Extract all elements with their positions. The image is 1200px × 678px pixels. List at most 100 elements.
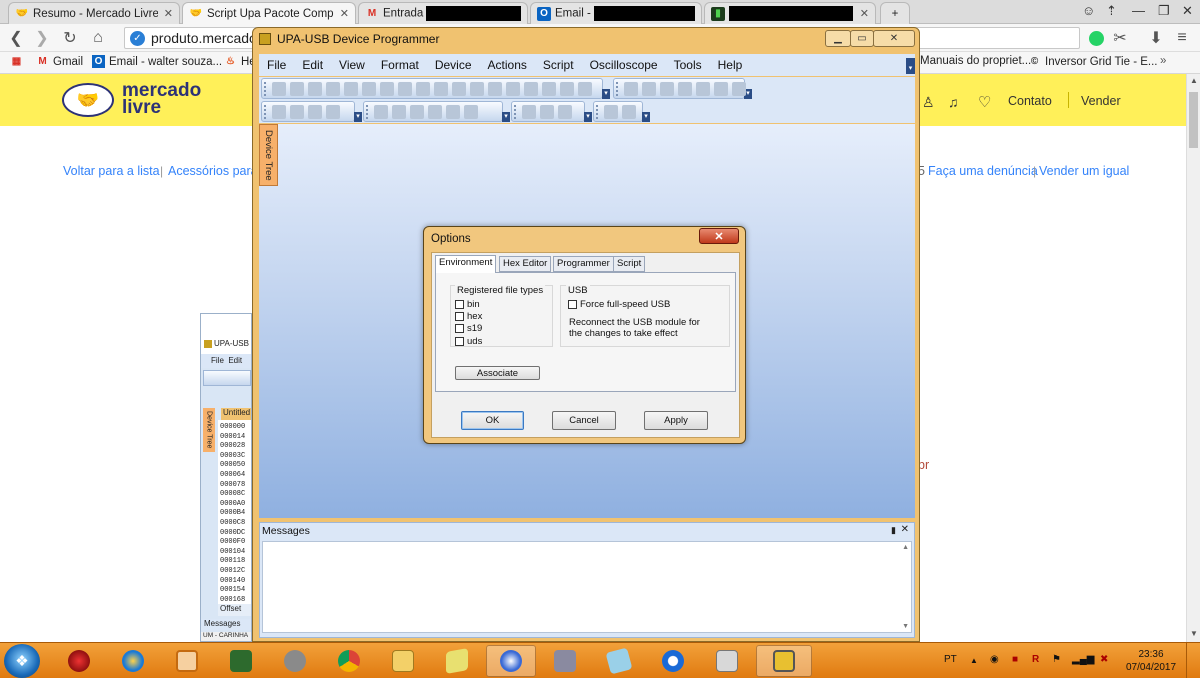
bookmark-gmail[interactable]: M Gmail: [36, 55, 83, 68]
tab-script-upa[interactable]: 🤝 Script Upa Pacote Complet ✕: [182, 2, 356, 24]
bookmark-he[interactable]: ♨ He: [224, 55, 256, 68]
taskbar-app-9[interactable]: [486, 645, 536, 677]
download-icon[interactable]: ⬇: [1146, 28, 1166, 48]
close-window-icon[interactable]: ✕: [1182, 3, 1193, 19]
extension-icon[interactable]: ✂: [1110, 28, 1130, 48]
toolbar-button-icon[interactable]: [326, 82, 340, 96]
reload-icon[interactable]: ↻: [60, 28, 80, 48]
toolbar-button-icon[interactable]: [542, 82, 556, 96]
taskbar-explorer[interactable]: [378, 645, 428, 677]
toolbar-button-icon[interactable]: [560, 82, 574, 96]
toolbar-button-icon[interactable]: [362, 82, 376, 96]
tab-resumo[interactable]: 🤝 Resumo - Mercado Livre ✕: [8, 2, 180, 24]
menu-format[interactable]: Format: [373, 58, 427, 72]
ok-button[interactable]: OK: [461, 411, 524, 430]
forward-icon[interactable]: ❯: [32, 28, 52, 48]
bg-untitled-tab[interactable]: Untitled: [221, 408, 251, 420]
toolbar-button-icon[interactable]: [578, 82, 592, 96]
toolbar-button-icon[interactable]: [398, 82, 412, 96]
toolbar-button-icon[interactable]: [290, 105, 304, 119]
taskbar-app-5[interactable]: [270, 645, 320, 677]
r-tray-icon[interactable]: R: [1032, 654, 1039, 665]
voltar-link[interactable]: Voltar para a lista: [63, 164, 160, 178]
toolbar-button-icon[interactable]: [522, 105, 536, 119]
checkbox-uds[interactable]: uds: [455, 336, 482, 347]
bell-icon[interactable]: ♫: [948, 94, 959, 110]
toolbar-button-icon[interactable]: [524, 82, 538, 96]
menu-file[interactable]: File: [259, 58, 294, 72]
menu-oscilloscope[interactable]: Oscilloscope: [582, 58, 666, 72]
dialog-close-button[interactable]: ✕: [699, 228, 739, 244]
toolbar-button-icon[interactable]: [392, 105, 406, 119]
scroll-up-icon[interactable]: ▲: [902, 544, 909, 551]
toolbar-button-icon[interactable]: [452, 82, 466, 96]
toolbar-dropdown-icon[interactable]: ▾: [602, 89, 610, 99]
bookmark-email[interactable]: O Email - walter souza...: [92, 55, 222, 68]
menu-device[interactable]: Device: [427, 58, 480, 72]
pin-icon[interactable]: ⇡: [1106, 3, 1117, 19]
menu-actions[interactable]: Actions: [480, 58, 535, 72]
background-upa-window[interactable]: UPA-USB File Edit Device Tree Untitled 0…: [200, 313, 252, 642]
tab-email[interactable]: O Email -: [530, 2, 702, 24]
toolbar-button-icon[interactable]: [622, 105, 636, 119]
toolbar-button-icon[interactable]: [604, 105, 618, 119]
taskbar-app-4[interactable]: [216, 645, 266, 677]
checkbox-force-full-speed-usb[interactable]: Force full-speed USB: [568, 299, 670, 310]
taskbar-app-1[interactable]: [54, 645, 104, 677]
close-icon[interactable]: ✕: [340, 7, 349, 20]
tab-hex-editor[interactable]: Hex Editor: [499, 256, 552, 272]
tab-entrada[interactable]: M Entrada: [358, 2, 528, 24]
toolbar-button-icon[interactable]: [624, 82, 638, 96]
taskbar-app-8[interactable]: [432, 645, 482, 677]
language-indicator[interactable]: PT: [944, 654, 957, 665]
toolbar-button-icon[interactable]: [558, 105, 572, 119]
new-tab-button[interactable]: +: [880, 2, 910, 24]
tab-environment[interactable]: Environment: [435, 255, 497, 273]
taskbar-ie[interactable]: [108, 645, 158, 677]
antivirus-tray-icon[interactable]: ■: [1012, 654, 1018, 665]
toolbar-button-icon[interactable]: [416, 82, 430, 96]
taskbar-upa-usb[interactable]: [756, 645, 812, 677]
toolbar-button-icon[interactable]: [488, 82, 502, 96]
cancel-button[interactable]: Cancel: [552, 411, 616, 430]
scroll-up-icon[interactable]: ▲: [1190, 76, 1198, 85]
taskbar-media[interactable]: [162, 645, 212, 677]
messages-area[interactable]: ▲ ▼: [262, 541, 912, 633]
vender-igual-link[interactable]: Vender um igual: [1039, 164, 1129, 178]
toolbar-button-icon[interactable]: [308, 105, 322, 119]
volume-muted-tray-icon[interactable]: ✖: [1100, 654, 1108, 665]
clock[interactable]: 23:36 07/04/2017: [1124, 648, 1178, 674]
minimize-icon[interactable]: —: [1132, 3, 1145, 18]
toolbar-button-icon[interactable]: [428, 105, 442, 119]
menu-tools[interactable]: Tools: [666, 58, 710, 72]
taskbar-app-13[interactable]: [702, 645, 752, 677]
checkbox-bin[interactable]: bin: [455, 299, 480, 310]
toolbar-button-icon[interactable]: [380, 82, 394, 96]
page-scrollbar[interactable]: ▲ ▼: [1186, 74, 1200, 642]
back-icon[interactable]: ❮: [6, 28, 26, 48]
tab-script[interactable]: Script: [613, 256, 646, 272]
toolbar-button-icon[interactable]: [714, 82, 728, 96]
toolbar-button-icon[interactable]: [272, 105, 286, 119]
toolbar-button-icon[interactable]: [446, 105, 460, 119]
toolbar-button-icon[interactable]: [696, 82, 710, 96]
toolbar-button-icon[interactable]: [642, 82, 656, 96]
menu-view[interactable]: View: [331, 58, 373, 72]
toolbar-button-icon[interactable]: [374, 105, 388, 119]
bookmark-inversor[interactable]: © Inversor Grid Tie - E...: [1028, 55, 1158, 68]
toolbar-button-icon[interactable]: [410, 105, 424, 119]
taskbar-app-11[interactable]: [594, 645, 644, 677]
toolbar-button-icon[interactable]: [308, 82, 322, 96]
network-tray-icon[interactable]: ▂▄▆: [1072, 654, 1094, 665]
toolbar-button-icon[interactable]: [344, 82, 358, 96]
taskbar-app-10[interactable]: [540, 645, 590, 677]
denuncia-link[interactable]: Faça uma denúncia: [928, 164, 1038, 178]
acessorios-link[interactable]: Acessórios para: [168, 164, 258, 178]
maximize-icon[interactable]: ❐: [1158, 3, 1170, 19]
contato-link[interactable]: Contato: [1008, 94, 1052, 108]
toolbar-dropdown-icon[interactable]: ▾: [354, 112, 362, 122]
tab-programmer[interactable]: Programmer: [553, 256, 614, 272]
scroll-down-icon[interactable]: ▼: [902, 623, 909, 630]
taskbar-app-12[interactable]: [648, 645, 698, 677]
toolbar-button-icon[interactable]: [678, 82, 692, 96]
